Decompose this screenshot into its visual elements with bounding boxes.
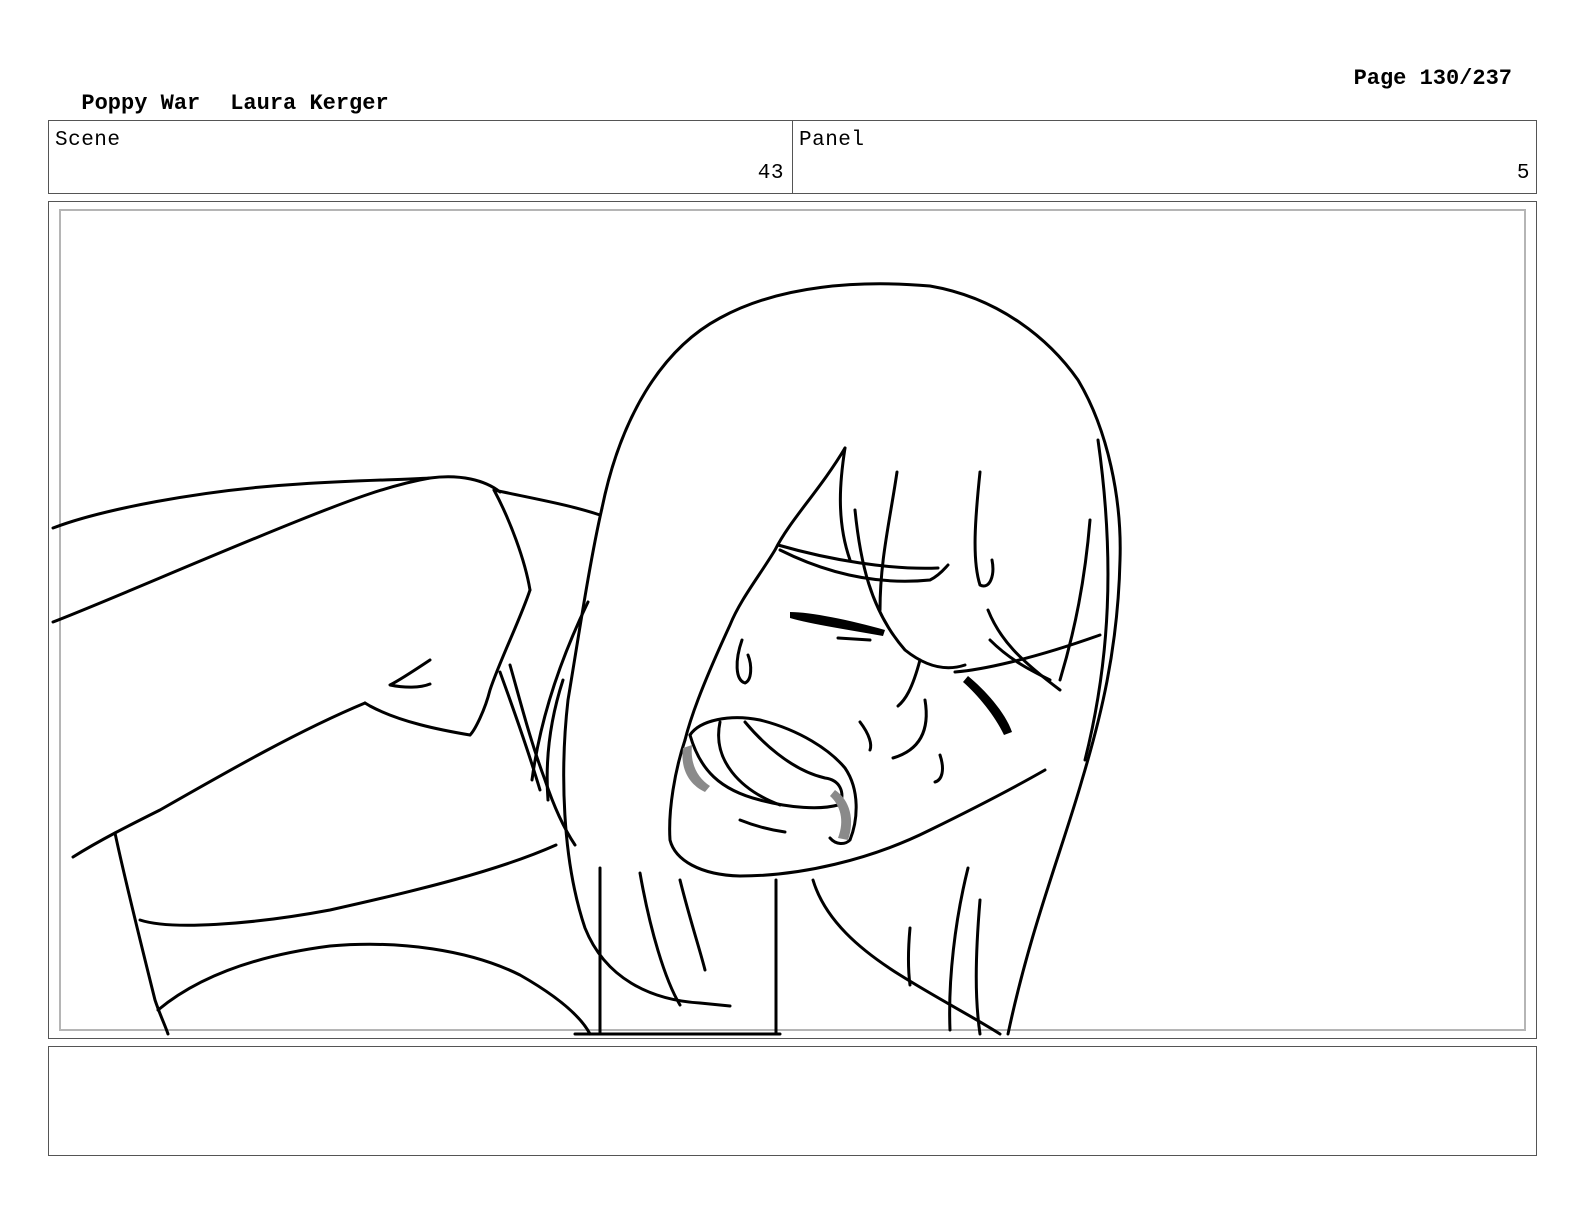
storyboard-sketch [51, 282, 1122, 1036]
notes-box [48, 1046, 1537, 1156]
